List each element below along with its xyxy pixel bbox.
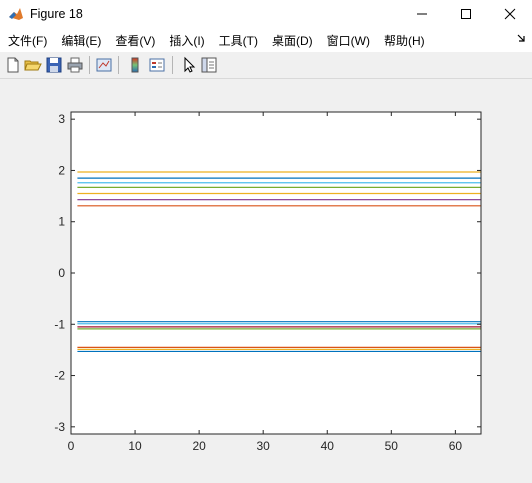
y-tick-label: 3 (58, 112, 65, 126)
x-tick-label: 60 (449, 439, 463, 453)
minimize-icon (417, 13, 427, 15)
menu-help[interactable]: 帮助(H) (376, 32, 431, 49)
y-tick-label: 1 (58, 215, 65, 229)
maximize-icon (461, 9, 471, 19)
axes-background (71, 112, 481, 434)
menu-tools[interactable]: 工具(T) (211, 32, 264, 49)
close-button[interactable] (488, 0, 532, 28)
toolbar (0, 52, 532, 79)
title-bar: Figure 18 (0, 0, 532, 28)
link-plot-icon[interactable] (95, 56, 113, 74)
y-tick-label: -2 (54, 369, 65, 383)
print-icon[interactable] (66, 56, 84, 74)
property-inspector-icon[interactable] (200, 56, 218, 74)
toolbar-separator (89, 56, 90, 74)
minimize-button[interactable] (400, 0, 444, 28)
new-figure-icon[interactable] (4, 56, 22, 74)
save-icon[interactable] (45, 56, 63, 74)
menu-bar: 文件(F) 编辑(E) 查看(V) 插入(I) 工具(T) 桌面(D) 窗口(W… (0, 28, 532, 52)
x-tick-label: 0 (68, 439, 75, 453)
menu-insert[interactable]: 插入(I) (161, 32, 210, 49)
x-tick-label: 30 (257, 439, 271, 453)
menu-view[interactable]: 查看(V) (107, 32, 161, 49)
y-tick-label: 2 (58, 163, 65, 177)
edit-plot-arrow-icon[interactable] (180, 56, 198, 74)
x-tick-label: 50 (385, 439, 399, 453)
legend-icon[interactable] (148, 56, 166, 74)
menu-file[interactable]: 文件(F) (0, 32, 53, 49)
plot-svg: 0 10 20 30 40 50 603210-1-2-3 (54, 111, 482, 453)
colorbar-icon[interactable] (126, 56, 144, 74)
window-title: Figure 18 (30, 7, 83, 21)
figure-canvas: 0 10 20 30 40 50 60 3 2 1 0 -1 -2 -3 (0, 79, 532, 480)
x-tick-label: 20 (192, 439, 206, 453)
close-icon (504, 8, 516, 20)
dock-arrow-icon[interactable] (516, 32, 526, 44)
x-tick-label: 10 (128, 439, 142, 453)
x-tick-label: 40 (321, 439, 335, 453)
maximize-button[interactable] (444, 0, 488, 28)
y-tick-label: -1 (54, 317, 65, 331)
menu-edit[interactable]: 编辑(E) (53, 32, 107, 49)
matlab-app-icon (8, 6, 24, 22)
y-tick-label: -3 (54, 420, 65, 434)
toolbar-separator (172, 56, 173, 74)
y-tick-label: 0 (58, 266, 65, 280)
menu-desktop[interactable]: 桌面(D) (264, 32, 319, 49)
menu-window[interactable]: 窗口(W) (319, 32, 376, 49)
open-file-icon[interactable] (24, 56, 42, 74)
toolbar-separator (118, 56, 119, 74)
